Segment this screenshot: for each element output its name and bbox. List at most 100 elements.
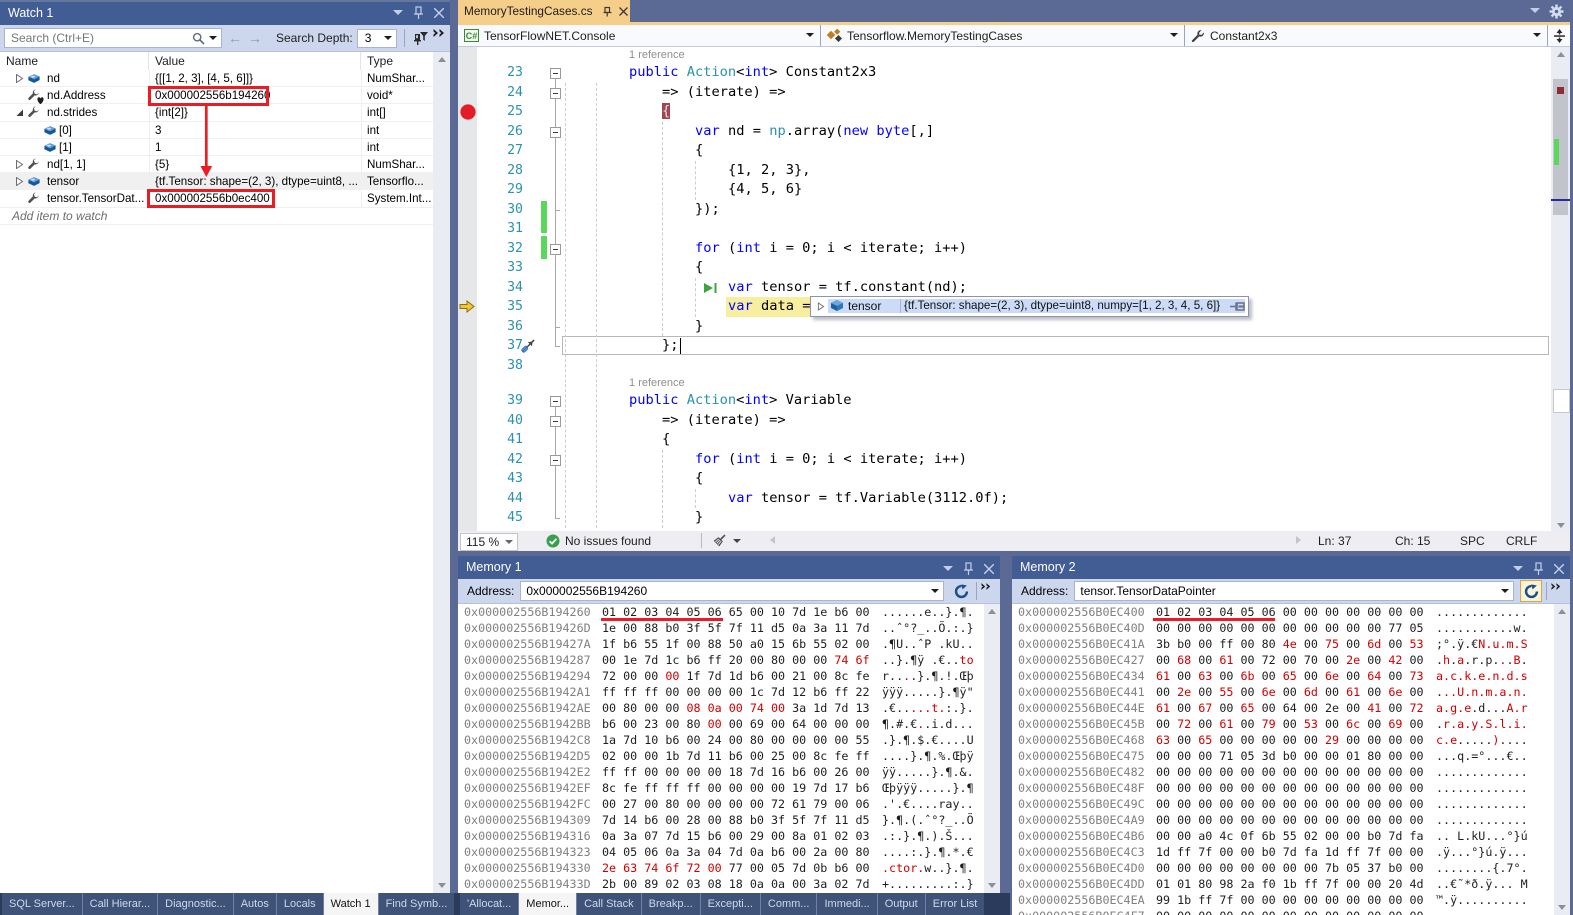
code-area[interactable]: 1 reference23public Action<int> Constant… [458, 47, 1551, 531]
refresh-button[interactable] [1520, 580, 1542, 602]
tool-tab[interactable]: Error List [925, 893, 985, 915]
watch-row[interactable]: nd[1, 1]{5}NumShar... [0, 156, 433, 173]
issues-status[interactable]: No issues found [565, 533, 651, 549]
hscroll-right-arrow[interactable] [1296, 536, 1301, 544]
mem1-scrollbar[interactable] [984, 604, 1000, 893]
code-line[interactable]: 31 [458, 219, 1551, 239]
tool-tab[interactable]: Memor... [518, 893, 576, 915]
code-line[interactable]: 30}); [458, 200, 1551, 220]
tool-tab[interactable]: Find Symb... [378, 893, 455, 915]
member-dropdown[interactable]: Constant2x3 [1185, 25, 1548, 46]
tab-close-icon[interactable] [619, 7, 628, 16]
tab-pin-icon[interactable] [601, 6, 612, 17]
code-line[interactable]: 32for (int i = 0; i < iterate; i++) [458, 239, 1551, 259]
close-icon[interactable] [984, 564, 994, 574]
code-line[interactable]: 40=> (iterate) => [458, 411, 1551, 431]
tool-tab[interactable]: Call Hierar... [82, 893, 158, 915]
code-line[interactable]: 23public Action<int> Constant2x3 [458, 63, 1551, 83]
scroll-down-button[interactable] [984, 878, 1000, 893]
pin-icon[interactable] [414, 6, 423, 19]
watch-scrollbar[interactable] [433, 52, 450, 893]
class-dropdown[interactable]: Tensorflow.MemoryTestingCases [821, 25, 1185, 46]
tool-tab[interactable]: Excepti... [700, 893, 760, 915]
collapse-box[interactable] [550, 396, 561, 407]
code-line[interactable]: 26var nd = np.array(new byte[,] [458, 122, 1551, 142]
code-line[interactable]: 39public Action<int> Variable [458, 391, 1551, 411]
quick-actions-screwdriver-icon[interactable] [519, 337, 537, 355]
breakpoint-icon[interactable] [460, 104, 476, 120]
collapse-box[interactable] [550, 244, 561, 255]
watch-row[interactable]: nd.strides{int[2]}int[] [0, 104, 433, 121]
watch-row[interactable]: [0]3int [0, 122, 433, 139]
code-line[interactable]: 29{4, 5, 6} [458, 180, 1551, 200]
datatip-pin-icon[interactable] [1230, 302, 1245, 311]
collapse-box[interactable] [550, 68, 561, 79]
tool-tab[interactable]: Breakp... [641, 893, 700, 915]
code-line[interactable]: 38 [458, 356, 1551, 376]
scroll-up-button[interactable] [984, 604, 1000, 619]
collapse-box[interactable] [550, 88, 561, 99]
code-line[interactable]: 44var tensor = tf.Variable(3112.0f); [458, 489, 1551, 509]
codelens-references[interactable]: 1 reference [629, 47, 685, 63]
code-line[interactable]: 34var tensor = tf.constant(nd); [458, 278, 1551, 298]
mem1-titlebar[interactable]: Memory 1 [458, 556, 1000, 579]
overflow-chevron[interactable] [1551, 583, 1561, 590]
mem2-titlebar[interactable]: Memory 2 [1012, 556, 1570, 579]
datatip[interactable]: tensor {tf.Tensor: shape=(2, 3), dtype=u… [810, 296, 1249, 317]
code-line[interactable]: 43{ [458, 469, 1551, 489]
address-input[interactable]: tensor.TensorDataPointer [1074, 581, 1514, 601]
collapse-box[interactable] [550, 127, 561, 138]
watch-titlebar[interactable]: Watch 1 [0, 0, 450, 25]
tool-tab[interactable]: Comm... [760, 893, 817, 915]
scroll-up-button[interactable] [1554, 604, 1570, 619]
code-line[interactable]: 24=> (iterate) => [458, 83, 1551, 103]
editor-options-gear-icon[interactable] [1549, 4, 1564, 19]
zoom-select[interactable]: 115 % [460, 533, 518, 551]
watch-value[interactable]: 3 [149, 122, 361, 139]
collapse-box[interactable] [550, 416, 561, 427]
window-position-icon[interactable] [943, 566, 953, 571]
window-position-icon[interactable] [1513, 566, 1523, 571]
tool-tab[interactable]: Diagnostic... [157, 893, 233, 915]
watch-value[interactable]: {int[2]} [149, 104, 361, 121]
refresh-button[interactable] [950, 580, 972, 602]
tool-tab[interactable]: Output [877, 893, 925, 915]
column-value[interactable]: Value [149, 52, 361, 70]
tab-list-chevron[interactable] [1530, 8, 1540, 13]
hscroll-left-arrow[interactable] [770, 536, 775, 544]
codelens-references[interactable]: 1 reference [629, 375, 685, 391]
tool-tab[interactable]: SQL Server... [2, 893, 82, 915]
code-cleanup-icon[interactable] [712, 533, 728, 548]
scroll-down-button[interactable] [433, 878, 450, 893]
code-line[interactable]: 28{1, 2, 3}, [458, 161, 1551, 181]
tool-tab[interactable]: Call Stack [576, 893, 641, 915]
code-line[interactable]: 33{ [458, 258, 1551, 278]
tool-tab[interactable]: 'Allocat... [460, 893, 518, 915]
search-options-chevron[interactable] [209, 36, 217, 40]
code-line[interactable]: 42for (int i = 0; i < iterate; i++) [458, 450, 1551, 470]
watch-value[interactable]: {tf.Tensor: shape=(2, 3), dtype=uint8, .… [149, 173, 361, 190]
search-forward-icon[interactable]: → [248, 30, 262, 46]
close-icon[interactable] [434, 8, 444, 18]
scroll-down-button[interactable] [1554, 900, 1570, 915]
code-line[interactable]: 37}; [458, 336, 1551, 356]
watch-value[interactable]: {5} [149, 156, 361, 173]
watch-row[interactable]: nd{[[1, 2, 3], [4, 5, 6]]}NumShar... [0, 70, 433, 87]
code-line[interactable]: 25{ [458, 102, 1551, 122]
tool-tab[interactable]: Autos [233, 893, 276, 915]
tool-tab[interactable]: Locals [276, 893, 323, 915]
code-line[interactable]: 45} [458, 508, 1551, 528]
code-line[interactable]: 41{ [458, 430, 1551, 450]
overflow-chevron[interactable] [981, 583, 991, 590]
watch-row[interactable]: [1]1int [0, 139, 433, 156]
search-input[interactable]: Search (Ctrl+E) [4, 28, 222, 48]
datatip-expand-icon[interactable] [817, 302, 825, 311]
watch-row[interactable]: tensor{tf.Tensor: shape=(2, 3), dtype=ui… [0, 173, 433, 190]
tool-tab[interactable]: Immedi... [816, 893, 876, 915]
scroll-up-button[interactable] [1551, 47, 1570, 62]
column-type[interactable]: Type [361, 52, 433, 70]
document-tab[interactable]: MemoryTestingCases.cs [458, 0, 630, 22]
split-window-button[interactable] [1548, 25, 1570, 46]
watch-value[interactable]: 1 [149, 139, 361, 156]
mem2-scrollbar[interactable] [1554, 604, 1570, 915]
